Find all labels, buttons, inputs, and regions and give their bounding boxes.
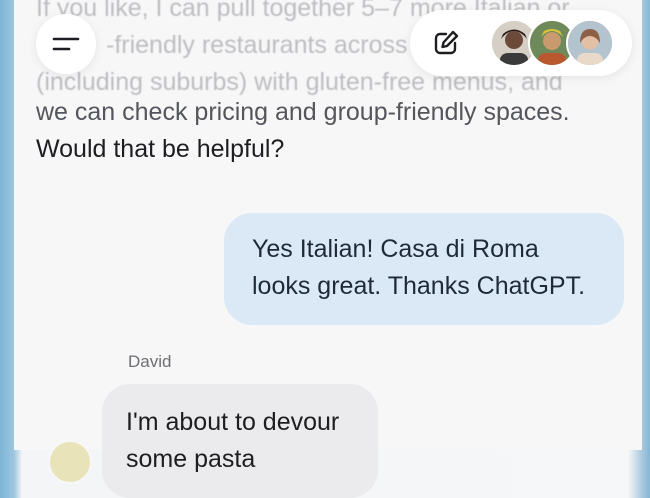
assistant-message-line: we can check pricing and group-friendly … <box>36 98 570 126</box>
user-message-bubble: Yes Italian! Casa di Roma looks great. T… <box>224 213 624 325</box>
participant-avatar <box>48 440 92 484</box>
chat-screen: If you like, I can pull together 5–7 mor… <box>14 0 642 498</box>
avatar-person-3 <box>566 19 614 67</box>
menu-icon <box>52 37 80 51</box>
participant-message-bubble: I'm about to devour some pasta <box>102 384 378 498</box>
menu-button[interactable] <box>36 14 96 74</box>
new-chat-button[interactable] <box>426 23 466 63</box>
assistant-message: we can check pricing and group-friendly … <box>36 94 636 168</box>
sender-name: David <box>128 352 172 371</box>
assistant-message-line: Would that be helpful? <box>36 135 285 163</box>
edit-icon <box>434 30 459 55</box>
header-actions <box>410 10 632 76</box>
